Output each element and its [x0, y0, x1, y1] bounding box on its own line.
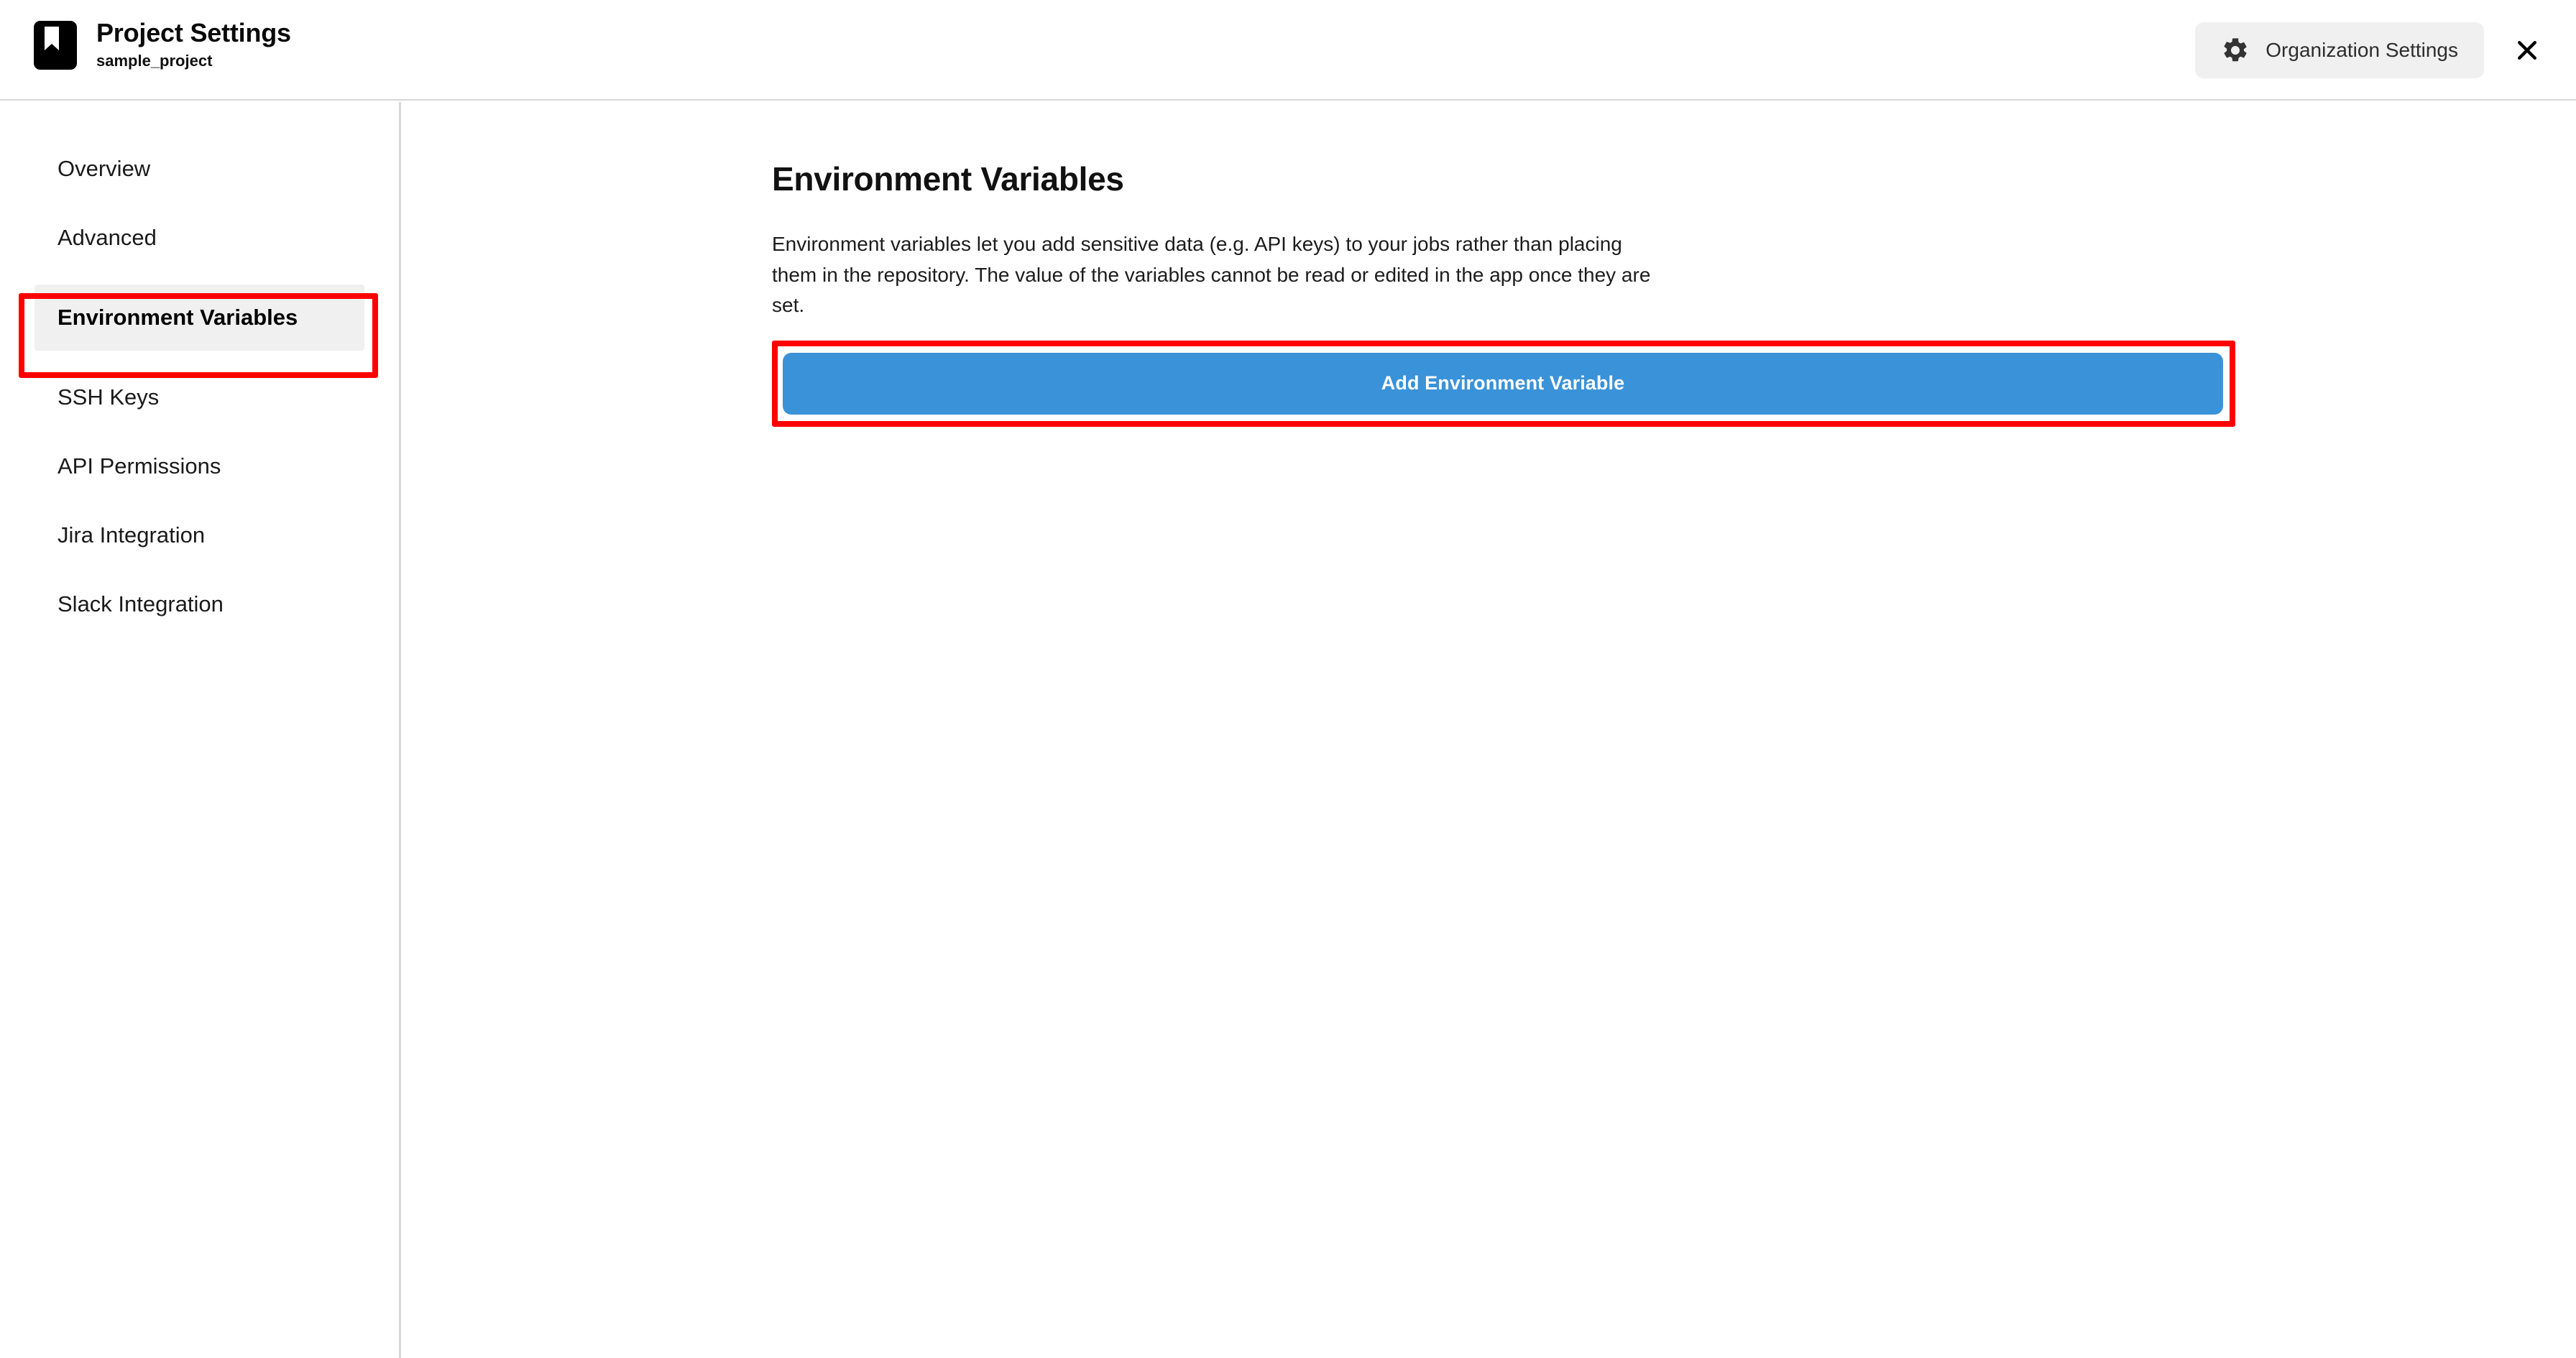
bookmark-icon	[33, 20, 78, 70]
organization-settings-button[interactable]: Organization Settings	[2195, 22, 2484, 78]
sidebar-item-environment-variables[interactable]: Environment Variables	[34, 285, 364, 351]
sidebar-item-advanced[interactable]: Advanced	[34, 216, 364, 260]
environment-variables-panel: Environment Variables Environment variab…	[772, 160, 2235, 427]
sidebar-item-ssh-keys[interactable]: SSH Keys	[34, 375, 364, 420]
header-actions: Organization Settings	[2195, 0, 2549, 101]
page-title: Project Settings	[96, 18, 291, 47]
settings-sidebar: Overview Advanced Environment Variables …	[0, 102, 401, 1358]
app-header: Project Settings sample_project Organiza…	[0, 0, 2576, 101]
close-button[interactable]	[2506, 29, 2549, 72]
close-icon	[2513, 36, 2542, 65]
sidebar-item-overview[interactable]: Overview	[34, 147, 364, 191]
section-heading: Environment Variables	[772, 160, 1124, 198]
main-content: Environment Variables Environment variab…	[403, 102, 2576, 1358]
section-description: Environment variables let you add sensit…	[772, 233, 1651, 317]
project-name: sample_project	[96, 52, 213, 70]
add-button-container: Add Environment Variable	[772, 340, 2235, 427]
project-settings-page: Project Settings sample_project Organiza…	[0, 0, 2576, 1358]
sidebar-item-api-permissions[interactable]: API Permissions	[34, 444, 364, 489]
sidebar-item-jira-integration[interactable]: Jira Integration	[34, 513, 364, 558]
sidebar-item-slack-integration[interactable]: Slack Integration	[34, 582, 364, 627]
brand: Project Settings sample_project	[33, 16, 291, 72]
brand-text: Project Settings sample_project	[96, 16, 291, 72]
gear-icon	[2221, 36, 2250, 65]
organization-settings-label: Organization Settings	[2266, 39, 2458, 61]
add-environment-variable-button[interactable]: Add Environment Variable	[783, 352, 2223, 415]
